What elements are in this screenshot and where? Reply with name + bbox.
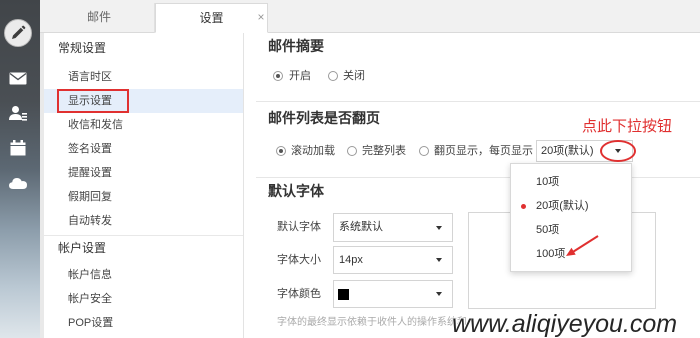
full-list-radio[interactable] xyxy=(347,146,357,156)
cloud-icon xyxy=(9,178,27,189)
font-size-select[interactable]: 14px xyxy=(333,246,453,274)
dropdown-option[interactable]: 10项 xyxy=(511,170,631,194)
font-family-label: 默认字体 xyxy=(277,221,321,233)
sidebar-section-title: 常规设置 xyxy=(58,41,107,55)
paginate-label: 翻页显示，每页显示 xyxy=(434,145,533,157)
settings-sidebar: 常规设置 语言时区 显示设置 收信和发信 签名设置 提醒设置 假期回复 自动转发… xyxy=(44,33,244,338)
full-list-label: 完整列表 xyxy=(362,145,406,157)
mail-paging-title: 邮件列表是否翻页 xyxy=(268,110,380,126)
sidebar-item-account-security[interactable]: 帐户安全 xyxy=(44,287,243,311)
tab-label: 设置 xyxy=(199,11,224,25)
color-swatch xyxy=(338,289,349,300)
font-size-value: 14px xyxy=(339,254,363,266)
option-label: 20项(默认) xyxy=(536,200,589,212)
tab-bar: 邮件 设置 × xyxy=(40,0,700,33)
calendar-icon xyxy=(10,140,26,156)
sidebar-item-language-timezone[interactable]: 语言时区 xyxy=(44,65,243,89)
font-family-value: 系统默认 xyxy=(339,221,383,233)
sidebar-section-title: 帐户设置 xyxy=(58,241,107,255)
app-rail xyxy=(0,0,40,338)
cloud-nav-button[interactable] xyxy=(8,175,28,191)
font-family-select[interactable]: 系统默认 xyxy=(333,213,453,242)
section-divider xyxy=(256,101,700,102)
sidebar-item-reminders[interactable]: 提醒设置 xyxy=(44,161,243,185)
paginate-radio[interactable] xyxy=(419,146,429,156)
chevron-down-icon[interactable] xyxy=(436,226,442,230)
section-divider xyxy=(256,177,700,178)
summary-off-label: 关闭 xyxy=(343,70,365,82)
chevron-down-icon[interactable] xyxy=(436,292,442,296)
annotation-ellipse xyxy=(600,140,636,162)
font-color-label: 字体颜色 xyxy=(277,288,321,300)
font-note: 字体的最终显示依赖于收件人的操作系统和 xyxy=(277,317,467,328)
sidebar-item-send-receive[interactable]: 收信和发信 xyxy=(44,113,243,137)
pencil-icon xyxy=(12,25,26,39)
contacts-nav-button[interactable] xyxy=(8,105,28,121)
sidebar-item-pop-settings[interactable]: POP设置 xyxy=(44,311,243,335)
option-label: 50项 xyxy=(536,224,560,236)
scroll-load-label: 滚动加载 xyxy=(291,145,335,157)
option-label: 10项 xyxy=(536,176,560,188)
font-size-label: 字体大小 xyxy=(277,254,321,266)
mail-summary-title: 邮件摘要 xyxy=(268,38,324,54)
watermark: www.aliqiyeyou.com xyxy=(452,310,678,338)
tab-label: 邮件 xyxy=(86,10,111,24)
close-tab-button[interactable]: × xyxy=(255,4,267,31)
mail-nav-button[interactable] xyxy=(8,70,28,86)
annotation-highlight-box xyxy=(57,89,129,113)
dropdown-option[interactable]: 20项(默认) xyxy=(511,194,631,218)
sidebar-item-signature[interactable]: 签名设置 xyxy=(44,137,243,161)
tab-mail[interactable]: 邮件 xyxy=(44,3,155,33)
sidebar-item-vacation-reply[interactable]: 假期回复 xyxy=(44,185,243,209)
mail-icon xyxy=(9,72,27,84)
chevron-down-icon[interactable] xyxy=(436,258,442,262)
annotation-text: 点此下拉按钮 xyxy=(582,118,673,135)
sidebar-item-auto-forward[interactable]: 自动转发 xyxy=(44,209,243,233)
summary-off-radio[interactable] xyxy=(328,71,338,81)
summary-on-radio[interactable] xyxy=(273,71,283,81)
annotation-arrow-icon xyxy=(566,235,599,256)
tab-settings[interactable]: 设置 × xyxy=(155,3,268,33)
page-size-value: 20项(默认) xyxy=(541,145,594,157)
compose-button[interactable] xyxy=(4,19,32,47)
contacts-icon xyxy=(9,106,27,121)
sidebar-item-account-info[interactable]: 帐户信息 xyxy=(44,263,243,287)
scroll-load-radio[interactable] xyxy=(276,146,286,156)
calendar-nav-button[interactable] xyxy=(8,140,28,156)
font-color-select[interactable] xyxy=(333,280,453,308)
summary-on-label: 开启 xyxy=(289,70,311,82)
default-font-title: 默认字体 xyxy=(268,183,324,199)
